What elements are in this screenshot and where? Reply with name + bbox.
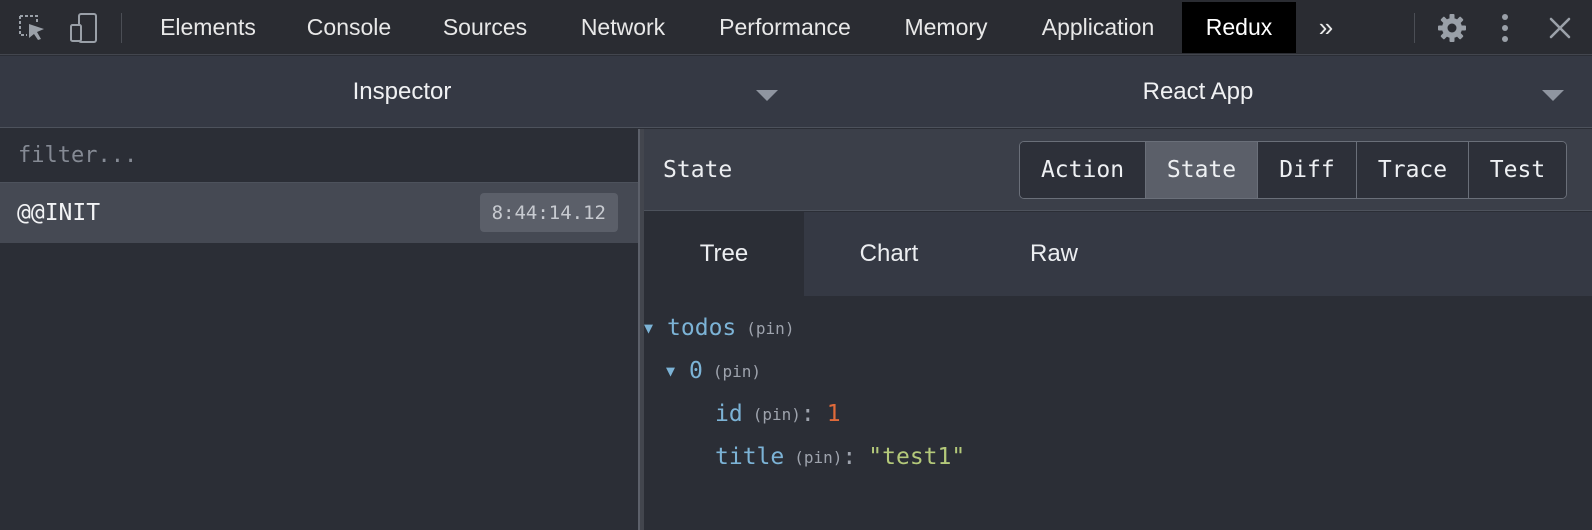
tab-tree[interactable]: Tree xyxy=(644,212,804,296)
inspector-header: State Action State Diff Trace Test xyxy=(644,129,1592,211)
tab-state[interactable]: State xyxy=(1146,142,1258,198)
tree-key: id xyxy=(715,401,743,427)
tree-colon: : xyxy=(842,444,857,470)
action-list-item[interactable]: @@INIT 8:44:14.12 xyxy=(0,183,638,243)
redux-monitor-bar: Inspector React App xyxy=(0,56,1592,128)
tab-console[interactable]: Console xyxy=(289,2,409,53)
instance-select[interactable]: React App xyxy=(804,56,1592,128)
action-time-badge: 8:44:14.12 xyxy=(479,193,618,232)
tab-elements[interactable]: Elements xyxy=(145,2,271,53)
state-view-tabs: Tree Chart Raw xyxy=(644,212,1592,296)
inspector-mode-tabs: Action State Diff Trace Test xyxy=(1019,141,1567,199)
instance-select-label: React App xyxy=(1142,78,1254,105)
more-tabs-button[interactable]: » xyxy=(1306,2,1346,53)
tree-key: todos xyxy=(667,315,737,341)
close-icon[interactable] xyxy=(1542,0,1578,55)
toolbar-separator xyxy=(1414,13,1415,43)
pin-button[interactable]: (pin) xyxy=(746,319,794,338)
action-list-panel: filter... @@INIT 8:44:14.12 xyxy=(0,129,638,530)
gear-icon[interactable] xyxy=(1432,0,1472,55)
tab-trace[interactable]: Trace xyxy=(1357,142,1469,198)
tab-test[interactable]: Test xyxy=(1469,142,1566,198)
tree-leaf-title: title (pin) : "test1" xyxy=(715,442,965,472)
tree-leaf-id: id (pin) : 1 xyxy=(715,399,841,429)
chevron-down-icon[interactable] xyxy=(1542,90,1564,101)
pin-button[interactable]: (pin) xyxy=(794,448,842,467)
tree-node-todos[interactable]: ▼ todos (pin) xyxy=(644,313,794,343)
expand-arrow-icon[interactable]: ▼ xyxy=(666,362,675,380)
tree-key: 0 xyxy=(689,358,703,384)
tab-redux[interactable]: Redux xyxy=(1182,2,1296,53)
tree-colon: : xyxy=(800,401,815,427)
tab-diff[interactable]: Diff xyxy=(1258,142,1357,198)
tab-action[interactable]: Action xyxy=(1020,142,1146,198)
chevron-down-icon[interactable] xyxy=(756,90,778,101)
tab-chart[interactable]: Chart xyxy=(804,212,974,296)
tree-key: title xyxy=(715,444,785,470)
tree-value-string: "test1" xyxy=(868,444,966,470)
tab-application[interactable]: Application xyxy=(1022,2,1174,53)
tab-performance[interactable]: Performance xyxy=(700,2,870,53)
devtools-toolbar: Elements Console Sources Network Perform… xyxy=(0,0,1592,55)
monitor-select[interactable]: Inspector xyxy=(0,56,804,128)
device-toggle-icon[interactable] xyxy=(66,0,102,55)
tab-raw[interactable]: Raw xyxy=(974,212,1134,296)
state-tree: ▼ todos (pin) ▼ 0 (pin) id (pin) : 1 tit… xyxy=(644,296,1592,530)
pin-button[interactable]: (pin) xyxy=(753,405,801,424)
inspector-panel: State Action State Diff Trace Test Tree … xyxy=(644,129,1592,530)
inspector-title: State xyxy=(663,157,733,183)
monitor-select-label: Inspector xyxy=(352,78,452,105)
action-name: @@INIT xyxy=(17,200,101,226)
expand-arrow-icon[interactable]: ▼ xyxy=(644,319,653,337)
tab-network[interactable]: Network xyxy=(558,2,688,53)
inspect-element-icon[interactable] xyxy=(14,0,50,55)
kebab-menu-icon[interactable] xyxy=(1490,0,1520,55)
toolbar-separator xyxy=(121,13,122,43)
filter-input[interactable]: filter... xyxy=(0,129,638,183)
tab-sources[interactable]: Sources xyxy=(424,2,546,53)
tree-node-item[interactable]: ▼ 0 (pin) xyxy=(666,356,761,386)
tab-memory[interactable]: Memory xyxy=(884,2,1008,53)
tree-value-number: 1 xyxy=(826,401,841,427)
pin-button[interactable]: (pin) xyxy=(713,362,761,381)
